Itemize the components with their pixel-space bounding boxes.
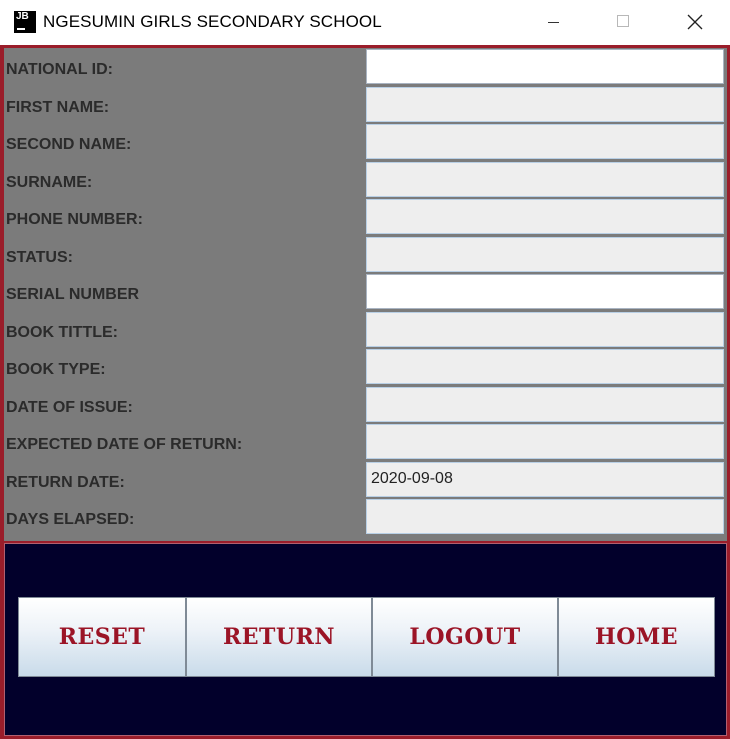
book-return-form: NATIONAL ID: FIRST NAME: SECOND NAME: SU… xyxy=(4,48,727,541)
row-national-id: NATIONAL ID: xyxy=(4,48,727,85)
book-type-field[interactable] xyxy=(366,349,724,384)
row-second-name: SECOND NAME: xyxy=(4,123,727,160)
second-name-label: SECOND NAME: xyxy=(6,136,132,153)
app-icon-text: JB xyxy=(16,11,29,22)
national-id-field[interactable] xyxy=(366,49,724,84)
app-jb-icon: JB xyxy=(14,11,36,33)
row-expected-return-date: EXPECTED DATE OF RETURN: xyxy=(4,423,727,460)
row-phone-number: PHONE NUMBER: xyxy=(4,198,727,235)
surname-label: SURNAME: xyxy=(6,173,93,191)
national-id-label: NATIONAL ID: xyxy=(6,61,113,78)
row-surname: SURNAME: xyxy=(4,161,727,198)
logout-button[interactable]: LOGOUT xyxy=(372,597,558,677)
serial-number-label: SERIAL NUMBER xyxy=(6,286,140,303)
book-title-label: BOOK TITTLE: xyxy=(6,323,118,341)
return-date-label: RETURN DATE: xyxy=(6,473,125,491)
first-name-field[interactable] xyxy=(366,86,724,122)
row-book-title: BOOK TITTLE: xyxy=(4,311,727,348)
row-date-of-issue: DATE OF ISSUE: xyxy=(4,386,727,423)
surname-field[interactable] xyxy=(366,161,724,197)
expected-return-date-label: EXPECTED DATE OF RETURN: xyxy=(6,436,243,453)
home-button[interactable]: HOME xyxy=(558,597,715,677)
book-title-field[interactable] xyxy=(366,311,724,347)
maximize-icon xyxy=(617,15,629,27)
close-icon xyxy=(687,14,703,30)
return-button[interactable]: RETURN xyxy=(186,597,372,677)
status-label: STATUS: xyxy=(6,248,73,266)
button-panel: RESET RETURN LOGOUT HOME xyxy=(4,543,727,736)
phone-number-label: PHONE NUMBER: xyxy=(6,211,143,228)
maximize-button[interactable] xyxy=(599,0,649,45)
row-return-date: RETURN DATE: xyxy=(4,461,727,498)
return-date-field[interactable] xyxy=(366,461,724,497)
second-name-field[interactable] xyxy=(366,124,724,159)
row-first-name: FIRST NAME: xyxy=(4,86,727,123)
date-of-issue-field[interactable] xyxy=(366,386,724,422)
row-status: STATUS: xyxy=(4,236,727,273)
date-of-issue-label: DATE OF ISSUE: xyxy=(6,398,133,416)
first-name-label: FIRST NAME: xyxy=(6,98,110,116)
status-field[interactable] xyxy=(366,236,724,272)
days-elapsed-label: DAYS ELAPSED: xyxy=(6,511,135,528)
reset-button[interactable]: RESET xyxy=(18,597,186,677)
row-book-type: BOOK TYPE: xyxy=(4,348,727,385)
row-days-elapsed: DAYS ELAPSED: xyxy=(4,498,727,535)
window-title: NGESUMIN GIRLS SECONDARY SCHOOL xyxy=(43,12,382,31)
book-type-label: BOOK TYPE: xyxy=(6,361,106,378)
expected-return-date-field[interactable] xyxy=(366,424,724,459)
row-serial-number: SERIAL NUMBER xyxy=(4,273,727,310)
phone-number-field[interactable] xyxy=(366,199,724,234)
minimize-icon xyxy=(548,22,559,23)
serial-number-field[interactable] xyxy=(366,274,724,309)
title-bar: JB NGESUMIN GIRLS SECONDARY SCHOOL xyxy=(0,0,730,45)
days-elapsed-field[interactable] xyxy=(366,499,724,534)
window-frame: NATIONAL ID: FIRST NAME: SECOND NAME: SU… xyxy=(0,45,730,739)
minimize-button[interactable] xyxy=(529,0,579,45)
close-button[interactable] xyxy=(670,0,720,45)
